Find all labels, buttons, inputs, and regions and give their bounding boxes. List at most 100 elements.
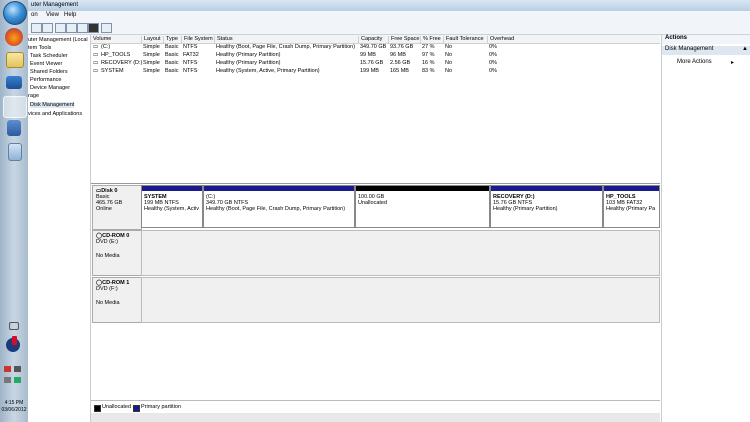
clock-time[interactable]: 4:15 PM [0, 400, 28, 406]
partition-status: Healthy (Boot, Page File, Crash Dump, Pr… [206, 206, 346, 212]
partition-recovery[interactable]: RECOVERY (D:) 15.76 GB NTFS Healthy (Pri… [490, 185, 603, 228]
cell-free-space: 2.56 GB [390, 60, 411, 66]
partition-unallocated[interactable]: 100.00 GB Unallocated [355, 185, 490, 228]
cdrom-0-area[interactable] [141, 230, 660, 276]
cell-type: Basic [165, 52, 179, 58]
cell-percent-free: 16 % [422, 60, 435, 66]
toolbar [28, 20, 750, 35]
cell-percent-free: 27 % [422, 44, 435, 50]
partition-bar [491, 186, 602, 191]
legend-unallocated: Unallocated [102, 404, 132, 410]
alert-icon[interactable] [6, 336, 20, 352]
cell-fault-tolerance: No [445, 52, 453, 58]
legend-primary: Primary partition [141, 404, 182, 410]
drive-icon: ▭ [93, 68, 99, 74]
col-fault-tolerance[interactable]: Fault Tolerance [443, 36, 484, 43]
mail-icon[interactable] [6, 76, 22, 89]
tray-network-icon[interactable] [14, 366, 21, 372]
title-bar: uter Management [28, 0, 750, 11]
disk-management-taskbar-button[interactable] [3, 96, 27, 118]
console-tree: uter Management (Local tem Tools Task Sc… [28, 35, 91, 422]
toolbar-button-4[interactable] [66, 23, 77, 33]
horizontal-scrollbar[interactable] [91, 413, 660, 422]
col-volume[interactable]: Volume [91, 36, 111, 43]
tree-item-task-scheduler[interactable]: Task Scheduler [30, 53, 68, 59]
cell-overhead: 0% [489, 68, 497, 74]
cdrom-0-label[interactable]: ◯CD-ROM 0 DVD (E:) No Media [92, 230, 142, 276]
collapse-arrow-icon[interactable]: ▲ [742, 46, 748, 52]
toolbar-button-2[interactable] [42, 23, 53, 33]
tree-item-disk-management[interactable]: Disk Management [30, 102, 75, 108]
computer-management-icon[interactable] [7, 120, 21, 136]
menu-help[interactable]: Help [64, 12, 76, 18]
more-actions[interactable]: More Actions ▸ [677, 59, 734, 66]
tree-item-storage[interactable]: rage [28, 93, 39, 99]
partition-bar [142, 186, 202, 191]
col-layout[interactable]: Layout [141, 36, 161, 43]
table-row[interactable]: ▭ (C:) Simple Basic NTFS Healthy (Boot, … [91, 44, 660, 52]
tree-item-system-tools[interactable]: tem Tools [28, 45, 51, 51]
table-row[interactable]: ▭ SYSTEM Simple Basic NTFS Healthy (Syst… [91, 68, 660, 76]
cell-volume: (C:) [101, 44, 111, 50]
cell-layout: Simple [143, 52, 160, 58]
cell-layout: Simple [143, 68, 160, 74]
partition-system[interactable]: SYSTEM 199 MB NTFS Healthy (System, Acti… [141, 185, 203, 228]
col-type[interactable]: Type [163, 36, 178, 43]
tree-item-shared-folders[interactable]: Shared Folders [30, 69, 68, 75]
col-overhead[interactable]: Overhead [487, 36, 514, 43]
start-button[interactable] [3, 1, 27, 25]
partition-c[interactable]: (C:) 349.70 GB NTFS Healthy (Boot, Page … [203, 185, 355, 228]
window-title: uter Management [31, 2, 79, 8]
table-row[interactable]: ▭ HP_TOOLS Simple Basic FAT32 Healthy (P… [91, 52, 660, 60]
cell-capacity: 99 MB [360, 52, 376, 58]
menu-view[interactable]: View [46, 12, 59, 18]
toolbar-button-5[interactable] [77, 23, 88, 33]
cell-status: Healthy (Boot, Page File, Crash Dump, Pr… [216, 44, 356, 50]
cell-type: Basic [165, 60, 179, 66]
cell-percent-free: 83 % [422, 68, 435, 74]
toolbar-button-3[interactable] [55, 23, 66, 33]
tray-volume-icon[interactable] [4, 377, 11, 383]
toolbar-button-6[interactable] [88, 23, 99, 33]
menu-action[interactable]: on [31, 12, 38, 18]
cell-fault-tolerance: No [445, 68, 453, 74]
cell-free-space: 96 MB [390, 52, 406, 58]
partition-status: Healthy (Primary Partition) [493, 206, 558, 212]
cell-layout: Simple [143, 60, 160, 66]
toolbar-button-1[interactable] [31, 23, 42, 33]
menu-bar: on View Help [28, 11, 750, 20]
tree-item-event-viewer[interactable]: Event Viewer [30, 61, 62, 67]
partition-status: Unallocated [358, 200, 388, 206]
disk-0-label[interactable]: ▭Disk 0 Basic 465.76 GB Online [92, 185, 142, 230]
toolbar-button-7[interactable] [101, 23, 112, 33]
tray-flag-icon[interactable] [4, 366, 11, 372]
more-actions-arrow-icon: ▸ [731, 60, 735, 66]
folder-icon[interactable] [6, 52, 24, 68]
calculator-icon[interactable] [8, 143, 22, 161]
col-percent-free[interactable]: % Free [420, 36, 441, 43]
actions-section-disk-management[interactable]: Disk Management ▲ [662, 46, 750, 55]
tray-power-icon[interactable] [14, 377, 21, 383]
partition-hp-tools[interactable]: HP_TOOLS 103 MB FAT32 Healthy (Primary P… [603, 185, 660, 228]
firefox-icon[interactable] [5, 28, 23, 46]
col-free-space[interactable]: Free Space [388, 36, 419, 43]
col-status[interactable]: Status [214, 36, 233, 43]
cell-status: Healthy (System, Active, Primary Partiti… [216, 68, 320, 74]
cdrom-1-area[interactable] [141, 277, 660, 323]
tree-item-performance[interactable]: Performance [30, 77, 62, 83]
tray-up-arrow-icon[interactable] [9, 322, 19, 330]
tree-item-services-and-applications[interactable]: vices and Applications [28, 111, 82, 117]
col-capacity[interactable]: Capacity [358, 36, 382, 43]
cell-overhead: 0% [489, 52, 497, 58]
partition-bar [204, 186, 354, 191]
legend: Unallocated Primary partition [91, 400, 660, 414]
disk-graphical-view: ▭Disk 0 Basic 465.76 GB Online SYSTEM 19… [91, 183, 660, 401]
tree-item-computer-management[interactable]: uter Management (Local [28, 37, 88, 43]
col-file-system[interactable]: File System [181, 36, 213, 43]
cdrom-1-label[interactable]: ◯CD-ROM 1 DVD (F:) No Media [92, 277, 142, 323]
cell-capacity: 349.70 GB [360, 44, 387, 50]
partition-status: Healthy (System, Activ [144, 206, 200, 212]
table-row[interactable]: ▭ RECOVERY (D:) Simple Basic NTFS Health… [91, 60, 660, 68]
tree-item-device-manager[interactable]: Device Manager [30, 85, 70, 91]
clock-date[interactable]: 03/06/2012 [0, 407, 28, 413]
